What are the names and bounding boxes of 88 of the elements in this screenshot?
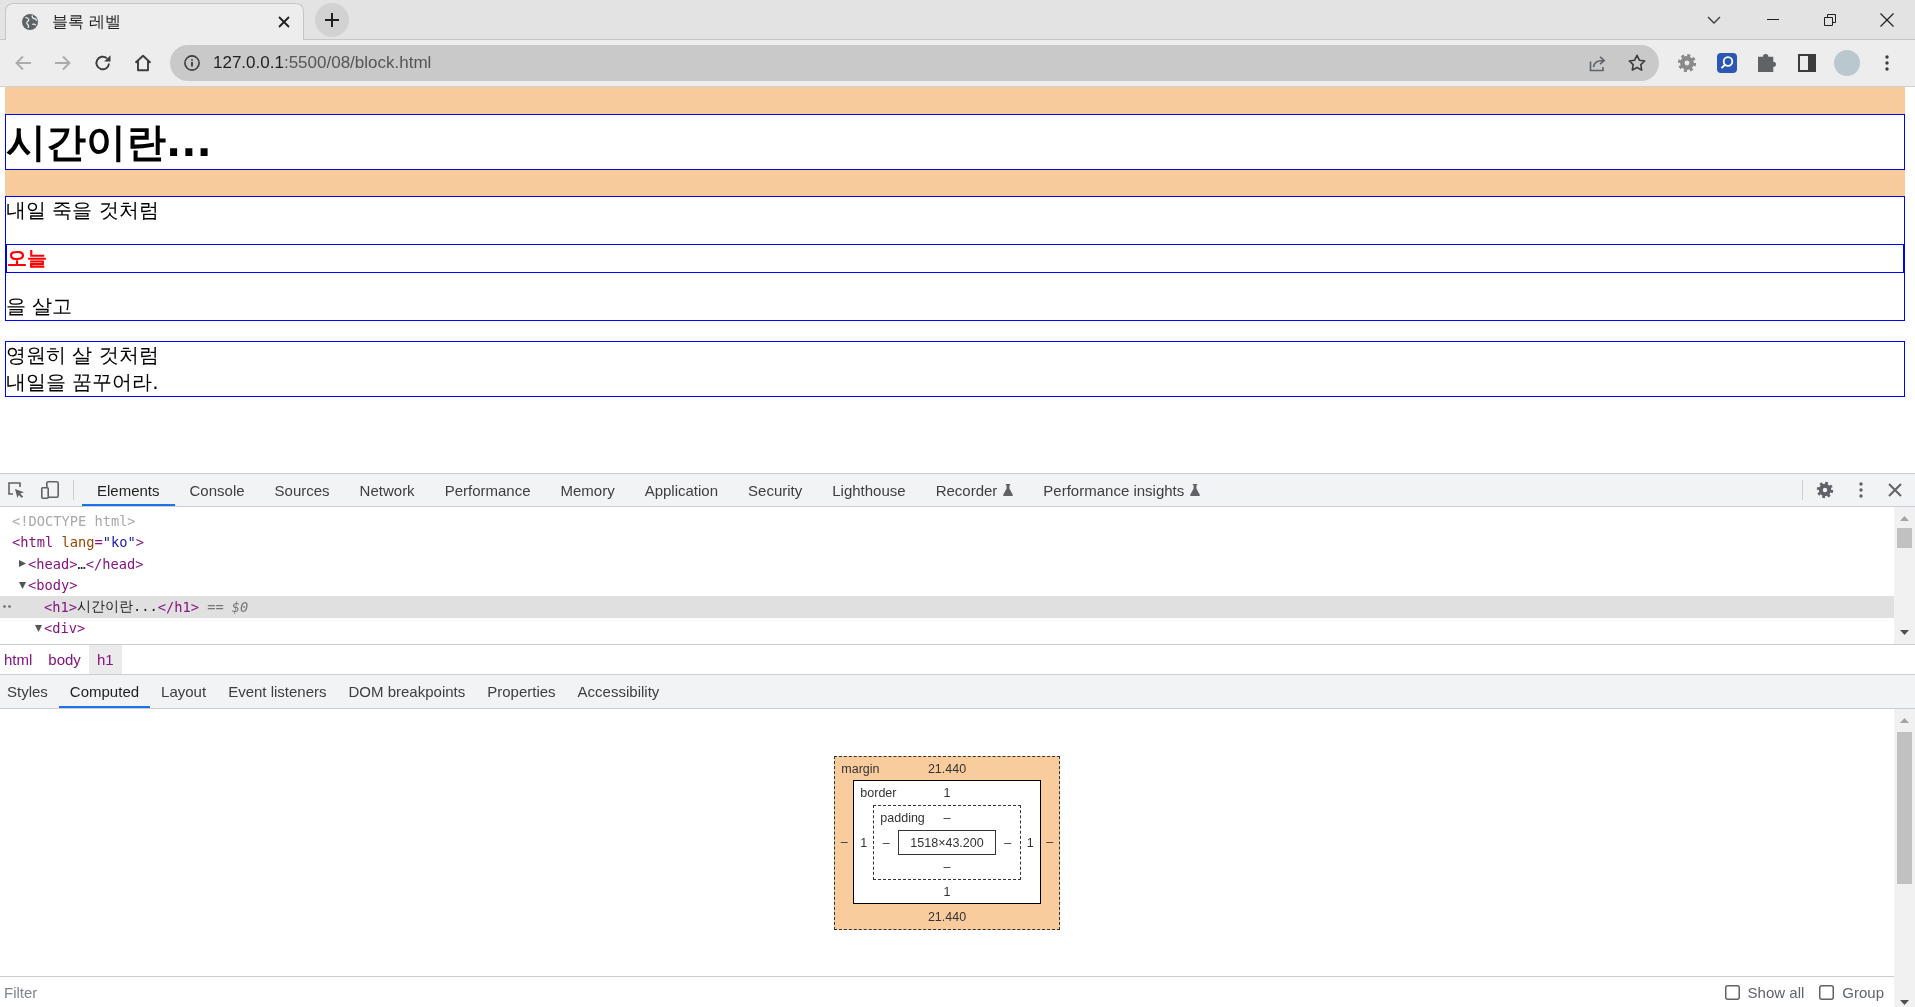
scrollbar-thumb[interactable] bbox=[1897, 528, 1912, 548]
expand-arrow-icon[interactable] bbox=[19, 581, 26, 589]
info-icon[interactable] bbox=[184, 55, 200, 71]
scrollbar-thumb[interactable] bbox=[1897, 732, 1912, 884]
box-label: border bbox=[860, 786, 897, 800]
close-window-icon[interactable] bbox=[1879, 12, 1894, 27]
close-icon[interactable] bbox=[278, 16, 290, 28]
devtools-tab[interactable]: Recorder bbox=[920, 474, 1029, 506]
dom-tree-node[interactable]: <body> bbox=[19, 574, 78, 596]
checkbox-label[interactable]: Group bbox=[1819, 983, 1884, 1001]
breadcrumb-item[interactable]: body bbox=[40, 645, 89, 674]
share-icon[interactable] bbox=[1588, 54, 1606, 72]
settings-icon[interactable] bbox=[1816, 481, 1834, 499]
devtools-tab[interactable]: Performance insights bbox=[1028, 474, 1216, 506]
dom-tree-node[interactable]: <head>…</head> bbox=[19, 553, 144, 575]
minimize-icon[interactable] bbox=[1766, 19, 1779, 20]
page-heading: 시간이란... bbox=[5, 113, 1905, 170]
devtools-tab[interactable]: Performance bbox=[429, 474, 546, 506]
text-line: 을 살고 bbox=[6, 293, 74, 320]
devtools-tab[interactable]: Application bbox=[629, 474, 734, 506]
url-text: 127.0.0.1:5500/08/block.html bbox=[213, 53, 432, 73]
device-toolbar-icon[interactable] bbox=[41, 481, 59, 499]
reload-icon[interactable] bbox=[94, 54, 112, 72]
devtools-tab[interactable]: Elements bbox=[82, 474, 175, 506]
panel-tab[interactable]: DOM breakpoints bbox=[337, 675, 477, 708]
dom-tree-node[interactable]: <html lang="ko"> bbox=[12, 531, 144, 553]
highlighted-paragraph: 오늘 bbox=[6, 244, 1904, 273]
text-line: 영원히 살 것처럼 bbox=[6, 342, 160, 369]
box-value: – bbox=[943, 860, 951, 874]
box-label: padding bbox=[880, 811, 925, 825]
magnifier-tile-icon[interactable] bbox=[1717, 53, 1737, 73]
globe-icon bbox=[22, 14, 38, 30]
more-menu-icon[interactable] bbox=[1885, 55, 1889, 71]
new-tab-button[interactable] bbox=[315, 2, 349, 37]
devtools-tab[interactable]: Security bbox=[733, 474, 818, 506]
devtools-tab[interactable]: Memory bbox=[545, 474, 630, 506]
panel-tab[interactable]: Styles bbox=[0, 675, 59, 708]
filter-field[interactable]: Filter bbox=[0, 983, 304, 1001]
panel-tab[interactable]: Layout bbox=[150, 675, 218, 708]
browser-tab[interactable]: 블록 레벨 bbox=[5, 3, 304, 40]
box-value: 1 bbox=[943, 786, 951, 800]
gear-icon[interactable] bbox=[1677, 53, 1697, 73]
bookmark-star-icon[interactable] bbox=[1628, 54, 1646, 72]
inspect-element-icon[interactable] bbox=[7, 481, 25, 499]
box-value: 21.440 bbox=[927, 909, 967, 924]
panel-tab[interactable]: Properties bbox=[476, 675, 567, 708]
scroll-down-arrow-icon[interactable] bbox=[1900, 630, 1909, 635]
devtools-tab[interactable]: Lighthouse bbox=[817, 474, 921, 506]
text-line: 내일 죽을 것처럼 bbox=[6, 197, 160, 224]
breadcrumb-item[interactable]: h1 bbox=[88, 645, 122, 674]
chevron-down-icon[interactable] bbox=[1707, 15, 1721, 24]
content-box: 1518×43.200 bbox=[898, 830, 996, 855]
devtools-tab[interactable]: Console bbox=[174, 474, 260, 506]
breadcrumb-item[interactable]: html bbox=[0, 645, 41, 674]
home-icon[interactable] bbox=[134, 54, 152, 72]
box-value: – bbox=[1046, 835, 1054, 849]
scroll-down-arrow-icon[interactable] bbox=[1900, 1000, 1909, 1005]
dom-tree-node[interactable]: <h1>시간이란...</h1> == $0 bbox=[0, 596, 1894, 618]
box-value: – bbox=[1004, 835, 1012, 850]
panel-tab[interactable]: Computed bbox=[58, 675, 151, 708]
puzzle-icon[interactable] bbox=[1758, 54, 1776, 72]
expand-arrow-icon[interactable] bbox=[19, 560, 26, 568]
scrollbar[interactable] bbox=[1894, 709, 1915, 1007]
expand-arrow-icon[interactable] bbox=[35, 624, 42, 632]
box-value: 1 bbox=[1026, 835, 1034, 850]
dom-tree-node[interactable]: <div> bbox=[35, 617, 86, 639]
restore-icon[interactable] bbox=[1823, 13, 1836, 26]
panel-tab[interactable]: Accessibility bbox=[566, 675, 671, 708]
plus-icon bbox=[324, 11, 340, 28]
box-value: – bbox=[882, 835, 890, 850]
box-value: 1 bbox=[860, 835, 868, 850]
box-label: margin bbox=[841, 761, 880, 776]
more-options-icon[interactable] bbox=[1859, 482, 1863, 498]
checkbox[interactable] bbox=[1724, 984, 1740, 1000]
panel-tab[interactable]: Event listeners bbox=[217, 675, 338, 708]
box-value: – bbox=[943, 811, 951, 825]
checkbox-label[interactable]: Show all bbox=[1724, 983, 1805, 1001]
devtools-tab[interactable]: Network bbox=[344, 474, 430, 506]
devtools-tab[interactable]: Sources bbox=[259, 474, 345, 506]
scrollbar[interactable] bbox=[1894, 507, 1915, 644]
box-value: 21.440 bbox=[927, 761, 967, 776]
more-dots-icon[interactable] bbox=[3, 605, 11, 608]
checkbox[interactable] bbox=[1819, 984, 1835, 1000]
text-line: 내일을 꿈꾸어라. bbox=[6, 369, 160, 396]
address-bar[interactable]: 127.0.0.1:5500/08/block.html bbox=[170, 45, 1659, 81]
side-panel-icon[interactable] bbox=[1798, 54, 1816, 72]
box-value: 1 bbox=[943, 884, 951, 899]
box-value: – bbox=[840, 835, 848, 849]
